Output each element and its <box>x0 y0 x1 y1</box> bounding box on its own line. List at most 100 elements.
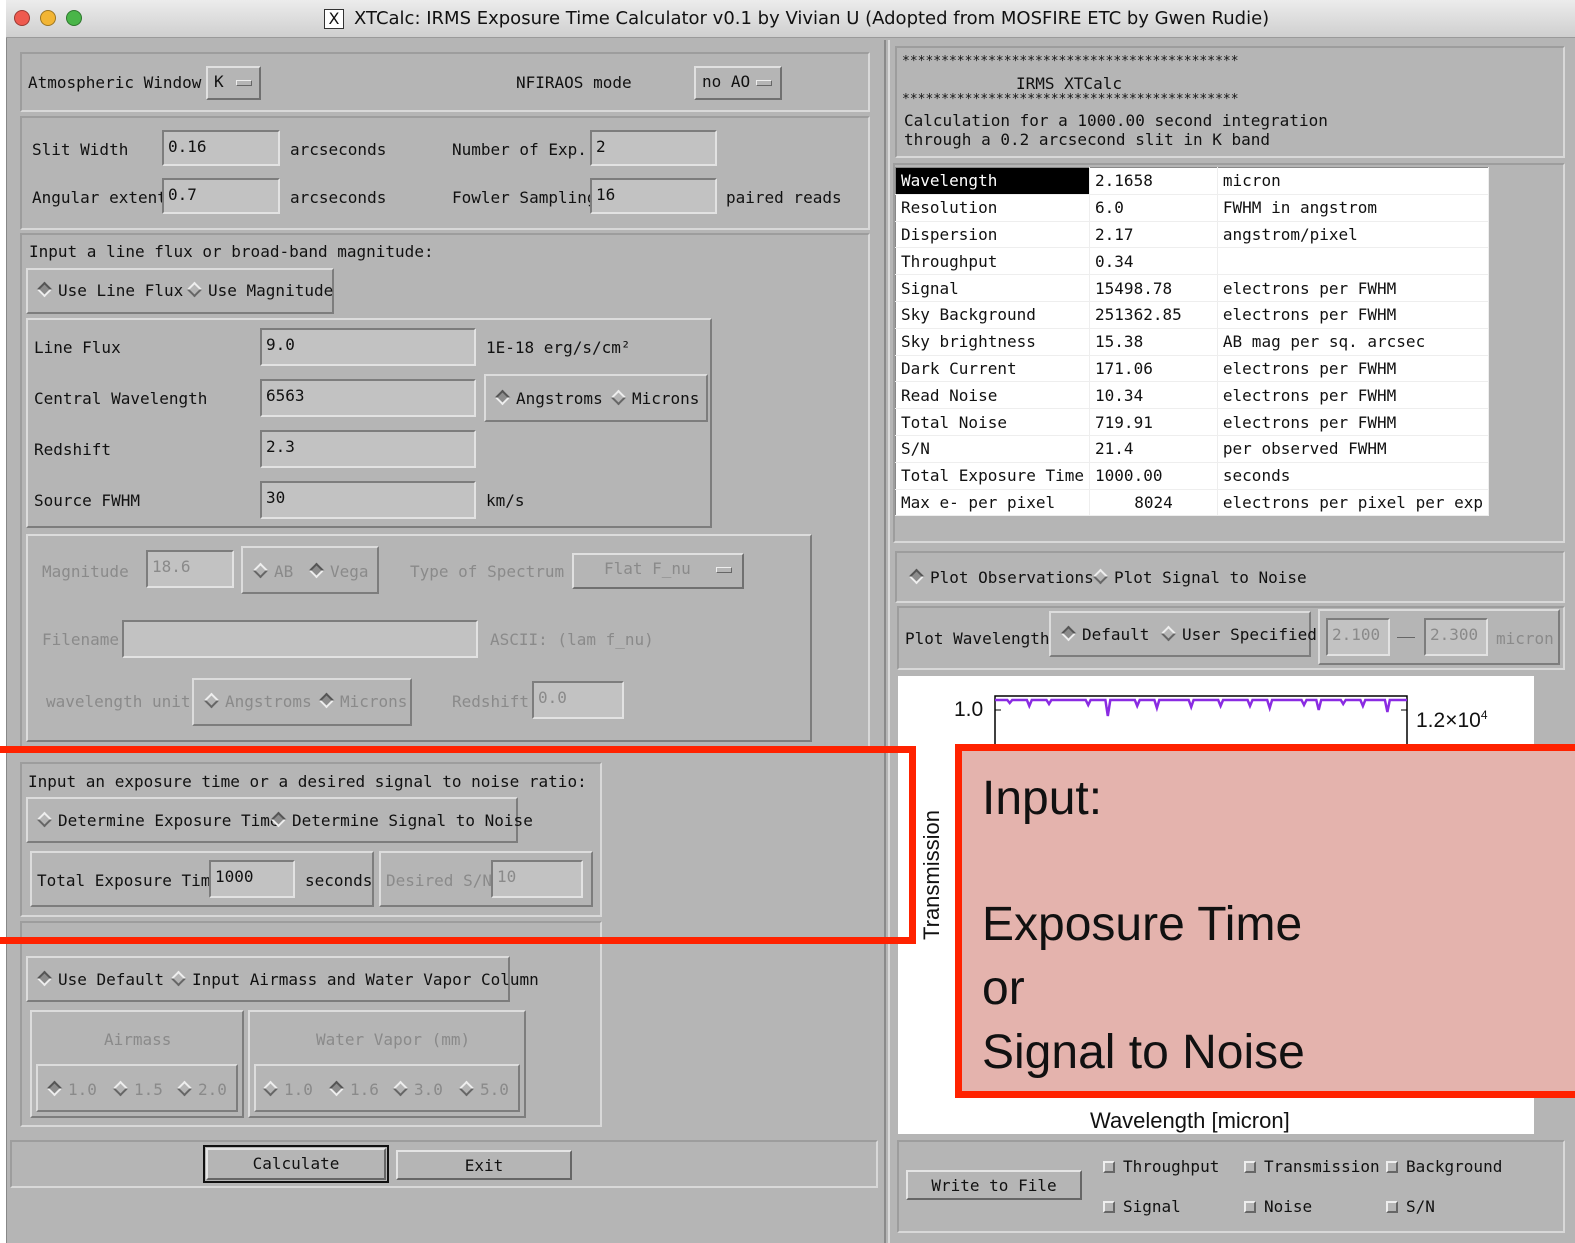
angular-extent-input[interactable]: 0.7 <box>162 178 280 214</box>
fowler-sampling-input[interactable]: 16 <box>590 178 717 214</box>
menu-indicator-icon <box>756 80 772 86</box>
water-option-2[interactable]: 1.6 <box>328 1080 379 1099</box>
file-redshift-input[interactable]: 0.0 <box>532 681 624 719</box>
fowler-sampling-label: Fowler Sampling <box>452 188 597 207</box>
result-key: Max e- per pixel <box>894 488 1091 517</box>
slit-width-input[interactable]: 0.16 <box>162 130 280 166</box>
result-value: 15498.78 <box>1089 274 1218 302</box>
flux-section-title: Input a line flux or broad-band magnitud… <box>29 242 434 261</box>
results-row: Read Noise 10.34 electrons per FWHM <box>894 381 1490 410</box>
angular-extent-label: Angular extent <box>32 188 167 207</box>
header-stars-bottom: ****************************************… <box>902 92 1239 107</box>
calculate-button[interactable]: Calculate <box>203 1145 389 1183</box>
menu-indicator-icon <box>716 567 732 573</box>
result-key: S/N <box>894 434 1091 463</box>
source-fwhm-unit: km/s <box>486 491 525 510</box>
redshift-input[interactable]: 2.3 <box>260 430 476 468</box>
result-unit: electrons per pixel per exp <box>1216 488 1490 517</box>
nfiraos-label: NFIRAOS mode <box>516 73 632 92</box>
sn-checkbox[interactable]: S/N <box>1386 1197 1435 1216</box>
signal-checkbox[interactable]: Signal <box>1103 1197 1181 1216</box>
plot-signal-to-noise-radio[interactable]: Plot Signal to Noise <box>1092 568 1307 587</box>
radio-selected-icon <box>328 1080 345 1097</box>
plot-wl-min-input[interactable]: 2.100 <box>1326 618 1390 656</box>
atmospheric-window-menu[interactable]: K <box>206 66 261 100</box>
radio-unselected-icon <box>1160 625 1177 642</box>
file-microns-radio[interactable]: Microns <box>318 692 407 711</box>
water-option-3[interactable]: 3.0 <box>392 1080 443 1099</box>
line-flux-input[interactable]: 9.0 <box>260 328 476 366</box>
water-option-4[interactable]: 5.0 <box>458 1080 509 1099</box>
transmission-checkbox[interactable]: Transmission <box>1244 1157 1380 1176</box>
radio-unselected-icon <box>458 1080 475 1097</box>
results-row: Dispersion 2.17 angstrom/pixel <box>894 220 1490 249</box>
radio-selected-icon <box>908 568 925 585</box>
pane-divider[interactable] <box>884 40 890 1243</box>
ab-radio[interactable]: AB <box>252 562 293 581</box>
transmission-curve <box>995 698 1407 717</box>
source-fwhm-input[interactable]: 30 <box>260 481 476 519</box>
result-unit: electrons per FWHM <box>1216 300 1490 329</box>
use-line-flux-radio[interactable]: Use Line Flux <box>36 281 183 300</box>
use-default-radio[interactable]: Use Default <box>36 970 164 989</box>
airmass-option-3[interactable]: 2.0 <box>176 1080 227 1099</box>
magnitude-input[interactable]: 18.6 <box>146 550 234 588</box>
plot-observations-label: Plot Observations <box>930 568 1094 587</box>
zoom-window-button[interactable] <box>66 10 82 26</box>
minimize-window-button[interactable] <box>40 10 56 26</box>
result-unit: electrons per FWHM <box>1216 274 1490 302</box>
use-magnitude-radio[interactable]: Use Magnitude <box>186 281 333 300</box>
result-value: 8024 <box>1089 488 1218 517</box>
user-specified-wl-radio[interactable]: User Specified <box>1160 625 1317 644</box>
callout-line-4: Signal to Noise <box>982 1026 1305 1079</box>
radio-unselected-icon <box>112 1080 129 1097</box>
radio-unselected-icon <box>170 970 187 987</box>
water-vapor-label: Water Vapor (mm) <box>316 1030 471 1049</box>
noise-checkbox[interactable]: Noise <box>1244 1197 1312 1216</box>
annotation-highlight-box <box>0 746 916 944</box>
file-angstroms-radio[interactable]: Angstroms <box>203 692 312 711</box>
result-unit: FWHM in angstrom <box>1216 193 1490 222</box>
transmission-checkbox-label: Transmission <box>1264 1157 1380 1176</box>
background-checkbox-label: Background <box>1406 1157 1503 1176</box>
vega-radio[interactable]: Vega <box>308 562 369 581</box>
result-unit: electrons per FWHM <box>1216 354 1490 383</box>
annotation-callout: Input: Exposure Time or Signal to Noise <box>955 744 1575 1098</box>
filename-input[interactable] <box>122 620 478 658</box>
result-value: 719.91 <box>1089 408 1218 436</box>
water-option-1[interactable]: 1.0 <box>262 1080 313 1099</box>
input-airmass-radio[interactable]: Input Airmass and Water Vapor Column <box>170 970 539 989</box>
result-key: Sky Background <box>894 300 1091 329</box>
file-angstroms-label: Angstroms <box>225 692 312 711</box>
radio-selected-icon <box>308 562 325 579</box>
throughput-checkbox[interactable]: Throughput <box>1103 1157 1219 1176</box>
microns-radio[interactable]: Microns <box>610 389 699 408</box>
result-value: 1000.00 <box>1089 461 1218 490</box>
result-value: 21.4 <box>1089 434 1218 463</box>
close-window-button[interactable] <box>14 10 30 26</box>
result-unit: per observed FWHM <box>1216 434 1490 463</box>
default-wl-label: Default <box>1082 625 1150 644</box>
airmass-option-1[interactable]: 1.0 <box>46 1080 97 1099</box>
result-key: Wavelength <box>894 167 1091 195</box>
exit-button[interactable]: Exit <box>396 1150 572 1180</box>
number-of-exp-input[interactable]: 2 <box>590 130 717 166</box>
central-wavelength-input[interactable]: 6563 <box>260 379 476 417</box>
plot-wl-max-input[interactable]: 2.300 <box>1424 618 1488 656</box>
result-unit: electrons per FWHM <box>1216 381 1490 410</box>
airmass-option-2[interactable]: 1.5 <box>112 1080 163 1099</box>
nfiraos-menu[interactable]: no AO <box>694 66 782 100</box>
result-value: 0.34 <box>1089 247 1218 276</box>
x11-icon: X <box>324 9 344 29</box>
default-wl-radio[interactable]: Default <box>1060 625 1149 644</box>
background-checkbox[interactable]: Background <box>1386 1157 1502 1176</box>
throughput-checkbox-label: Throughput <box>1123 1157 1220 1176</box>
angstroms-radio[interactable]: Angstroms <box>494 389 603 408</box>
plot-observations-radio[interactable]: Plot Observations <box>908 568 1094 587</box>
title-bar: X XTCalc: IRMS Exposure Time Calculator … <box>6 0 1575 38</box>
result-value: 15.38 <box>1089 327 1218 356</box>
write-to-file-button[interactable]: Write to File <box>906 1170 1082 1200</box>
spectrum-type-menu[interactable]: Flat F_nu <box>572 553 744 589</box>
vega-label: Vega <box>330 562 369 581</box>
plot-wl-unit: micron <box>1496 629 1554 648</box>
